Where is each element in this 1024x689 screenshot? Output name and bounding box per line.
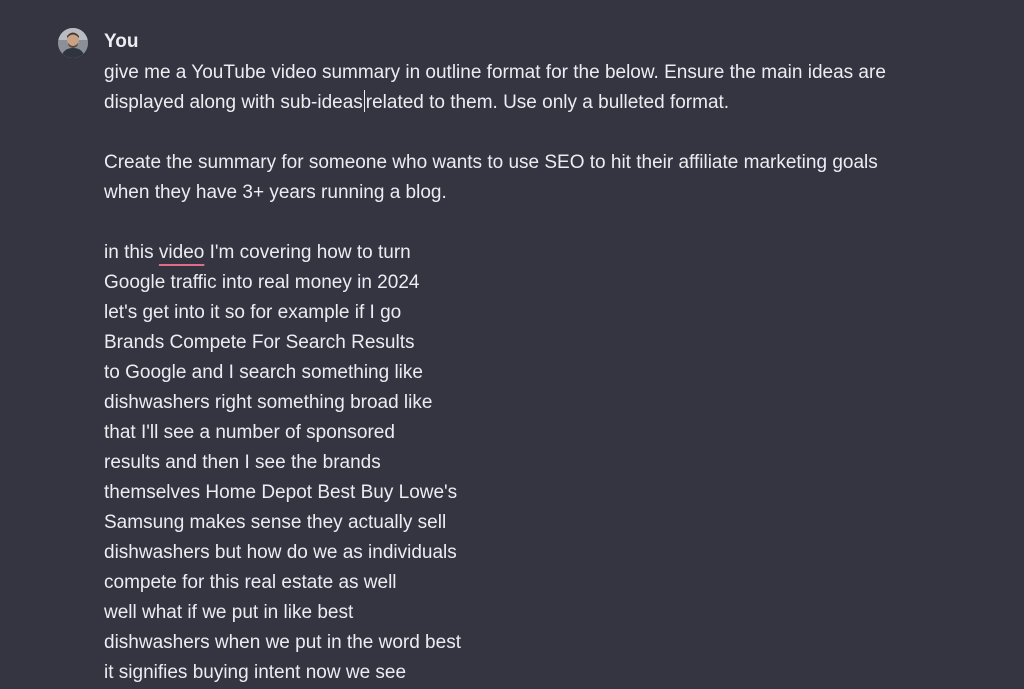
transcript-line: Brands Compete For Search Results <box>104 332 415 353</box>
transcript-line: it signifies buying intent now we see <box>104 662 407 683</box>
text-cursor <box>363 90 365 112</box>
transcript-line: that I'll see a number of sponsored <box>104 422 395 443</box>
transcript-line: let's get into it so for example if I go <box>104 302 402 323</box>
transcript-text: in this <box>104 242 159 263</box>
transcript-line: dishwashers right something broad like <box>104 392 433 413</box>
transcript-block: in this video I'm covering how to turn G… <box>104 238 894 688</box>
transcript-line: in this video I'm covering how to turn <box>104 238 894 268</box>
transcript-line: dishwashers but how do we as individuals <box>104 542 457 563</box>
transcript-line: Google traffic into real money in 2024 <box>104 272 420 293</box>
transcript-line: to Google and I search something like <box>104 362 423 383</box>
transcript-line: well what if we put in like best <box>104 602 354 623</box>
message-body[interactable]: give me a YouTube video summary in outli… <box>104 58 894 688</box>
transcript-line: Samsung makes sense they actually sell <box>104 512 447 533</box>
prompt-paragraph: give me a YouTube video summary in outli… <box>104 58 894 118</box>
transcript-line: themselves Home Depot Best Buy Lowe's <box>104 482 458 503</box>
prompt-text-after-caret: related to them. Use only a bulleted for… <box>365 92 730 113</box>
transcript-line: dishwashers when we put in the word best <box>104 632 461 653</box>
transcript-line: compete for this real estate as well <box>104 572 397 593</box>
spellcheck-flagged-word[interactable]: video <box>159 242 204 263</box>
transcript-line: results and then I see the brands <box>104 452 381 473</box>
audience-paragraph: Create the summary for someone who wants… <box>104 152 878 203</box>
message-author: You <box>104 31 139 52</box>
transcript-text: I'm covering how to turn <box>204 242 411 263</box>
user-avatar-icon <box>58 28 88 58</box>
